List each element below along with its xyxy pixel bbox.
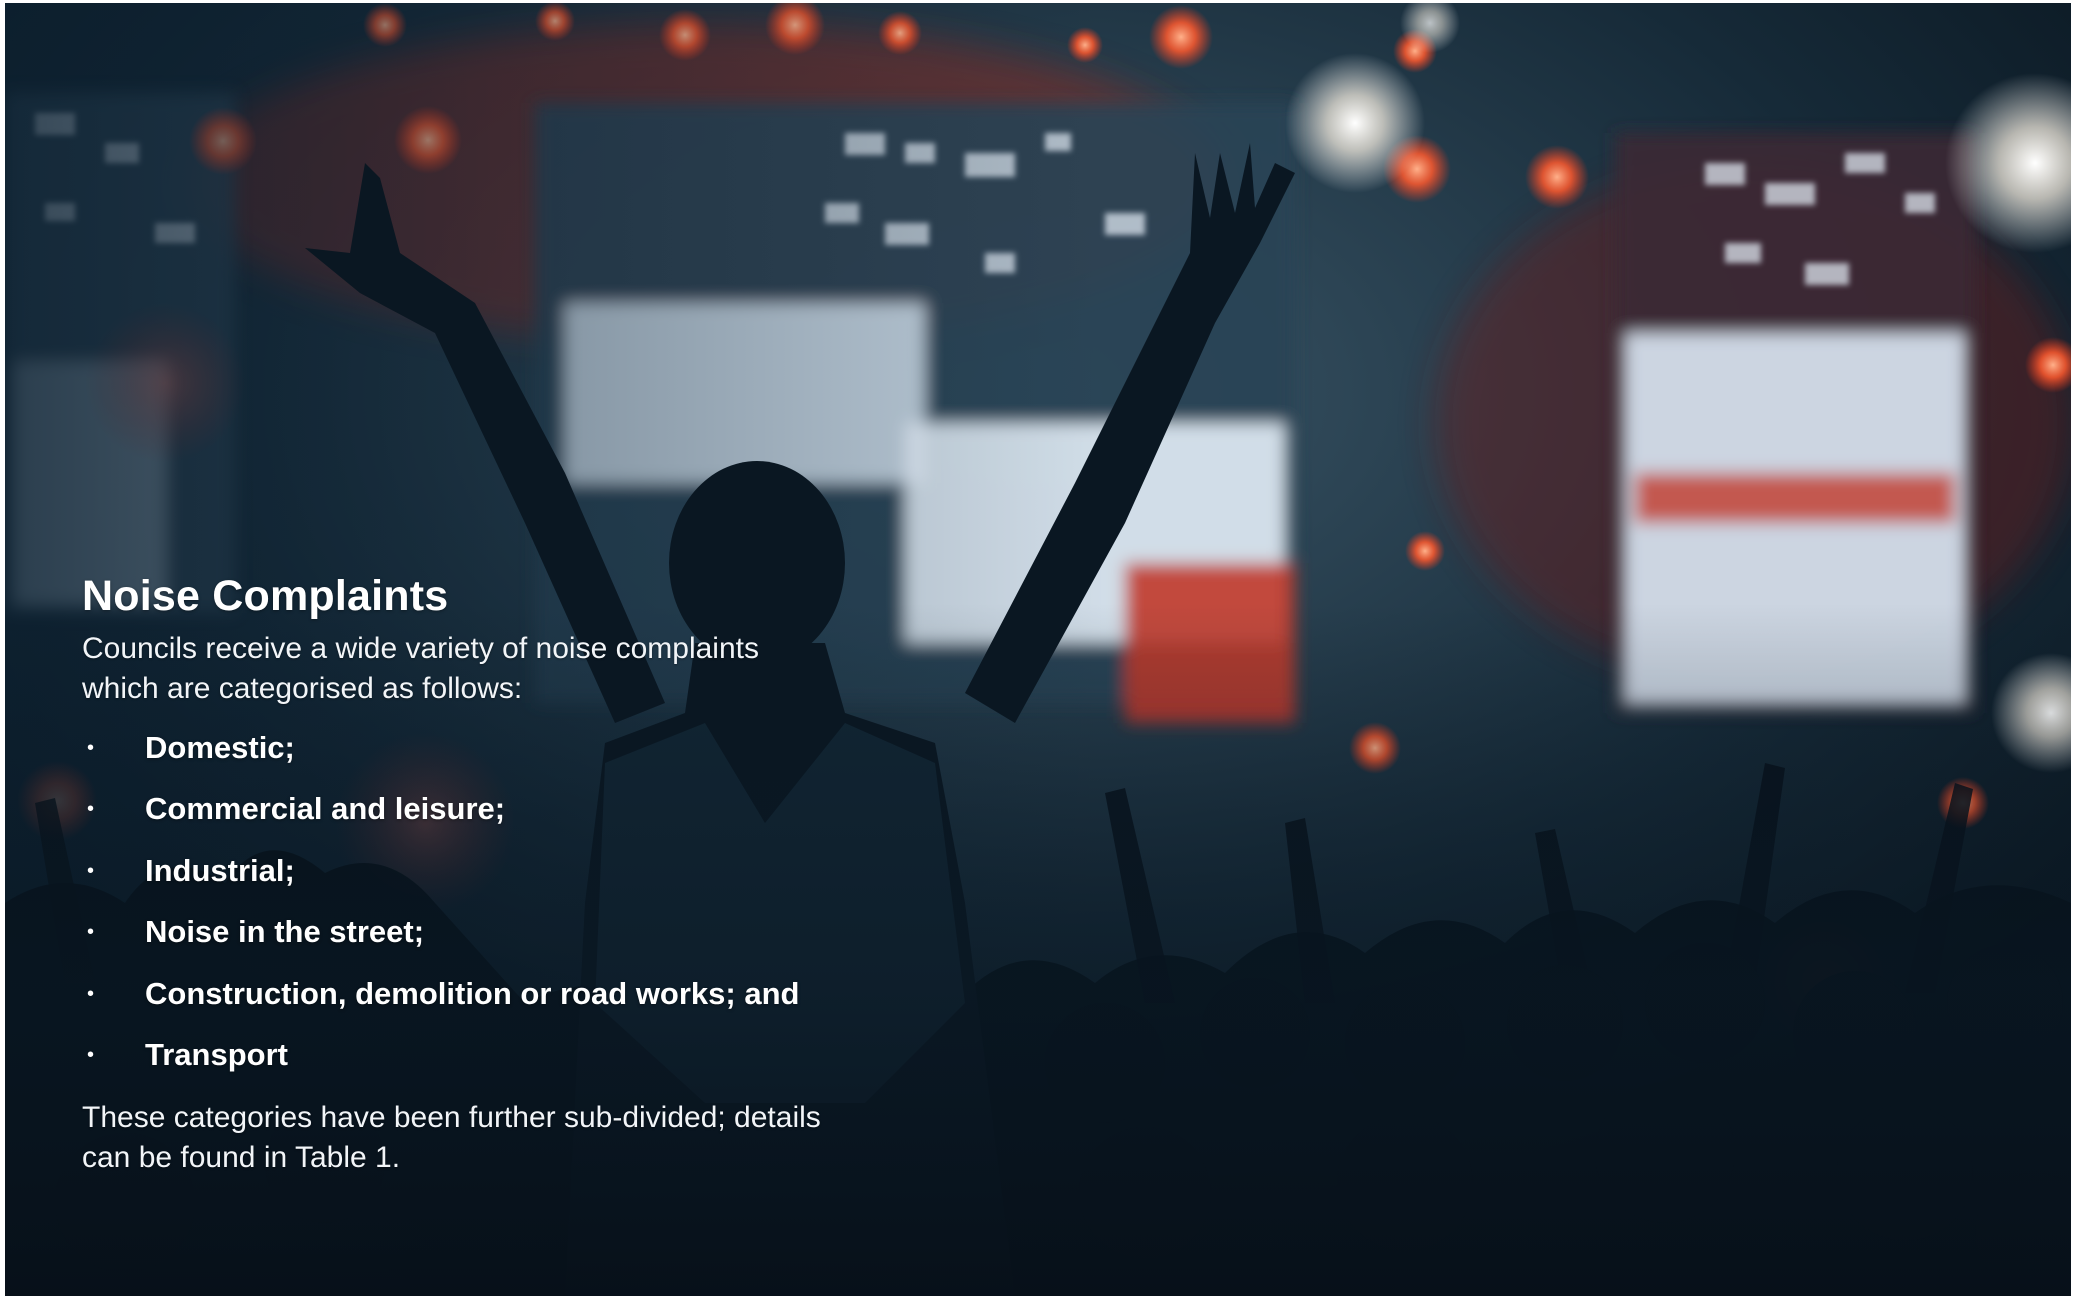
bullet-icon: •	[87, 798, 95, 821]
intro-paragraph: Councils receive a wide variety of noise…	[82, 632, 759, 705]
list-item: • Industrial;	[82, 840, 882, 902]
list-item-label: Industrial;	[145, 852, 295, 888]
outro-paragraph: These categories have been further sub-d…	[82, 1101, 821, 1174]
list-item-label: Transport	[145, 1037, 288, 1073]
slide-title: Noise Complaints	[82, 572, 449, 620]
list-item-label: Commercial and leisure;	[145, 791, 506, 827]
list-item-label: Domestic;	[145, 729, 295, 765]
list-item-label: Noise in the street;	[145, 914, 425, 950]
bullet-icon: •	[87, 921, 95, 944]
text-panel: Noise Complaints Councils receive a wide…	[82, 569, 882, 1178]
bullet-icon: •	[87, 982, 95, 1005]
list-item: • Transport	[82, 1025, 882, 1087]
bullet-icon: •	[87, 859, 95, 882]
list-item-label: Construction, demolition or road works; …	[145, 975, 800, 1011]
list-item: • Construction, demolition or road works…	[82, 963, 882, 1025]
category-list: • Domestic; • Commercial and leisure; • …	[82, 717, 882, 1086]
bullet-icon: •	[87, 736, 95, 759]
list-item: • Domestic;	[82, 717, 882, 779]
list-item: • Commercial and leisure;	[82, 779, 882, 841]
bullet-icon: •	[87, 1044, 95, 1067]
slide: Noise Complaints Councils receive a wide…	[5, 3, 2071, 1296]
list-item: • Noise in the street;	[82, 902, 882, 964]
